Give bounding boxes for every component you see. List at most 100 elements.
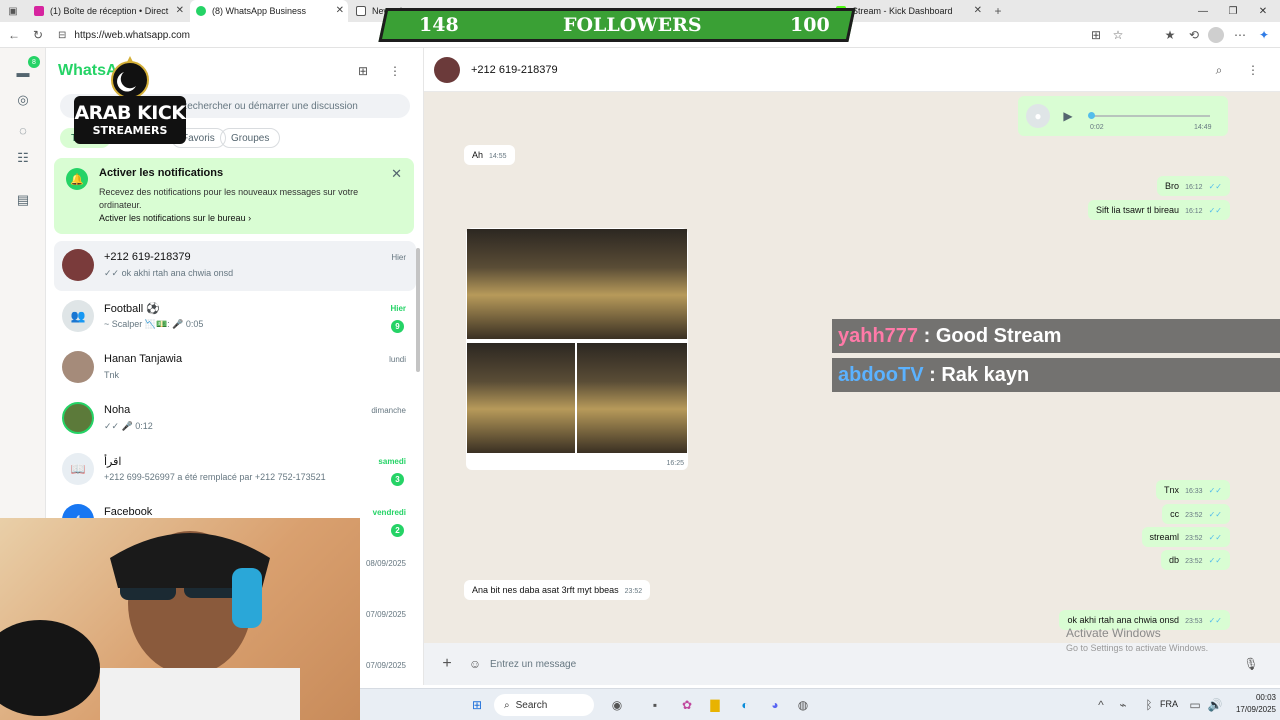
maximize-icon[interactable]: ❐ [1218,0,1248,22]
network-icon[interactable]: ⌁ [1114,696,1132,714]
clock-date: 17/09/2025 [1235,705,1276,714]
close-icon[interactable]: ✕ [974,5,982,16]
volume-icon[interactable]: 🔊 [1206,696,1224,714]
menu-icon[interactable]: ⋮ [1244,61,1262,79]
more-icon[interactable]: ⋯ [1232,27,1248,43]
history-icon[interactable]: ⟲ [1186,27,1202,43]
new-chat-icon[interactable]: ⊞ [354,62,372,80]
edge-icon[interactable]: ◐ [736,696,754,714]
message-out[interactable]: Sift lia tsawr tl bireau 16:12 ✓✓ [1088,200,1230,220]
message-out[interactable]: Tnx 16:33 ✓✓ [1156,480,1230,500]
instagram-icon [34,6,44,16]
tab-whatsapp[interactable]: (8) WhatsApp Business ✕ [190,0,348,22]
search-icon[interactable]: ⌕ [1210,61,1228,79]
site-info-icon[interactable]: ⊟ [58,30,66,41]
tab-instagram[interactable]: (1) Boîte de réception • Direct ✕ [28,0,188,22]
voice-duration: 0:02 [1090,124,1104,131]
taskbar-search-label: Search [515,699,548,711]
message-text: Tnx [1164,485,1180,495]
user-avatar-icon: ● [1026,104,1050,128]
message-out[interactable]: db 23:52 ✓✓ [1161,550,1230,570]
message-time: 23:52 [1185,512,1203,519]
terminal-icon[interactable]: ▪ [646,696,664,714]
channels-icon[interactable]: ◌ [13,120,33,140]
message-time: 16:12 [1185,208,1203,215]
tools-icon[interactable]: ▤ [13,190,33,210]
chat-username: yahh777 [838,324,919,347]
followers-right-count: 100 [790,14,830,36]
message-in[interactable]: Ah 14:55 [464,145,515,165]
windows-start-icon[interactable]: ⊞ [468,696,486,714]
attach-icon[interactable]: + [438,655,456,673]
chat-preview: ~ Scalper 📉💵: 🎤 0:05 [104,319,204,329]
waveform[interactable] [1090,115,1210,117]
followers-left-count: 148 [419,14,459,36]
message-time: 23:52 [624,588,643,595]
playhead[interactable] [1088,112,1095,119]
app-icon[interactable]: ⊞ [1088,27,1104,43]
scrollbar[interactable] [416,248,420,372]
message-out[interactable]: Bro 16:12 ✓✓ [1157,176,1230,196]
tab-label: Stream - Kick Dashboard [852,6,953,16]
chat-time: 08/09/2025 [365,559,406,568]
profile-avatar[interactable] [1208,27,1224,43]
language-indicator[interactable]: FRA [1160,699,1178,709]
image-album[interactable]: 16:25 [466,228,688,470]
photo[interactable] [577,343,687,453]
minimize-icon[interactable]: — [1188,0,1218,22]
menu-icon[interactable]: ⋮ [386,62,404,80]
message-out[interactable]: streaml 23:52 ✓✓ [1141,527,1230,547]
widgets-icon[interactable]: ◉ [608,696,626,714]
webcam-figure [0,531,300,720]
conversation-header[interactable]: +212 619-218379 ⌕ ⋮ [424,48,1280,92]
message-input[interactable]: Entrez un message [490,653,1210,675]
new-tab-icon[interactable]: + [990,3,1006,19]
close-window-icon[interactable]: ✕ [1248,0,1278,22]
obs-icon[interactable]: ◍ [794,696,812,714]
notification-link[interactable]: Activer les notifications sur le bureau … [99,213,251,223]
voice-message[interactable]: ● ▶ 0:02 14:49 [1018,96,1228,136]
chat-item[interactable]: Hanan Tanjawia Tnk lundi [54,343,416,393]
message-in[interactable]: Ana bit nes daba asat 3rft myt bbeas 23:5… [464,580,651,600]
play-icon[interactable]: ▶ [1058,106,1078,126]
monitor-icon[interactable]: ▭ [1186,696,1204,714]
close-icon[interactable]: ✕ [176,5,184,16]
chat-item[interactable]: 👥 Football ⚽ ~ Scalper 📉💵: 🎤 0:05 Hier 9 [54,292,416,342]
message-time: 14:55 [489,153,507,160]
search-icon: ⌕ [504,699,510,711]
clock[interactable]: 00:03 17/09/2025 [1226,692,1276,716]
tab-actions-icon[interactable]: ▣ [6,4,20,18]
copilot-icon[interactable]: ✿ [678,696,696,714]
chat-item[interactable]: +212 619-218379 ✓✓ ok akhi rtah ana chwi… [54,241,416,291]
reload-icon[interactable]: ↻ [30,27,46,43]
taskbar-search[interactable]: ⌕ Search [494,694,594,716]
copilot-icon[interactable]: ✦ [1256,27,1272,43]
chat-name: Facebook [104,506,153,518]
microphone-icon[interactable]: 🎙 [1242,655,1260,673]
tray-chevron-icon[interactable]: ^ [1094,696,1108,714]
favorites-icon[interactable]: ★ [1162,27,1178,43]
message-text: Sift lia tsawr tl bireau [1096,205,1180,215]
communities-icon[interactable]: ☷ [13,148,33,168]
status-icon[interactable]: ◎ [13,90,33,110]
close-icon[interactable]: ✕ [336,5,344,16]
photo[interactable] [467,343,575,453]
emoji-icon[interactable]: ☺ [466,655,484,673]
message-text: db [1169,555,1180,565]
discord-icon[interactable]: ◕ [766,696,784,714]
star-icon[interactable]: ☆ [1110,27,1126,43]
close-icon[interactable]: ✕ [391,166,402,182]
chat-name: Noha [104,404,131,416]
logo-text-line2: STREAMERS [92,124,168,137]
back-icon[interactable]: ← [6,27,22,43]
bluetooth-icon[interactable]: ᛒ [1140,696,1158,714]
chat-preview: Tnk [104,370,120,380]
read-ticks-icon: ✓✓ [1208,486,1222,495]
chat-item[interactable]: 📖 اقرأ +212 699-526997 a été remplacé pa… [54,445,416,495]
message-out[interactable]: cc 23:52 ✓✓ [1162,504,1230,524]
filter-groups[interactable]: Groupes [220,128,281,148]
folder-icon[interactable]: ▇ [706,696,724,714]
bell-icon: 🔔 [66,168,88,190]
photo[interactable] [467,229,687,339]
chat-item[interactable]: Noha ✓✓ 🎤 0:12 dimanche [54,394,416,444]
